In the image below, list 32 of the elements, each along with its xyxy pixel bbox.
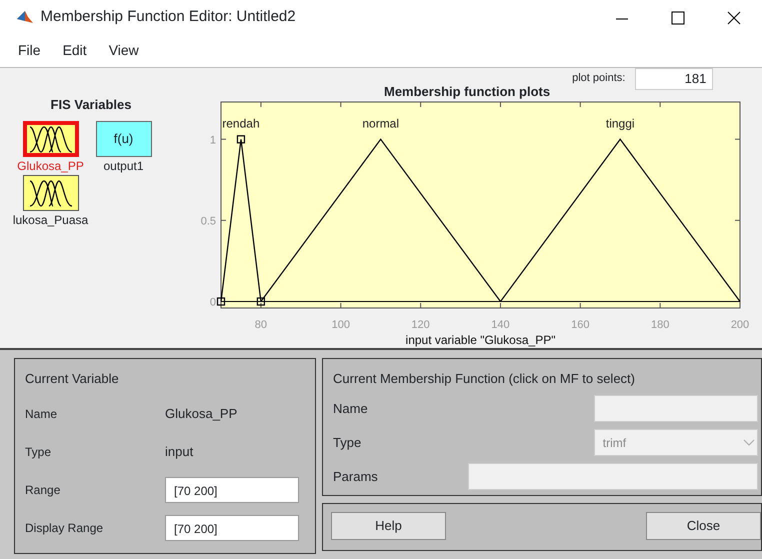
field-label: Params: [333, 468, 378, 486]
panel-title: FIS Variables: [50, 96, 132, 114]
curve-label: rendah: [222, 116, 260, 130]
tick-label: 0.5: [200, 215, 216, 228]
field-label: Display Range: [25, 520, 104, 537]
variable-label: Glukosa_PP: [17, 158, 84, 175]
tick-label: 0: [210, 296, 216, 308]
field-label: Name: [25, 406, 58, 423]
field-label: Type: [25, 444, 52, 461]
tick-label: 120: [411, 319, 430, 331]
tick-label: 1: [210, 134, 216, 146]
tick-label: 160: [571, 319, 590, 331]
window-title: Membership Function Editor: Untitled2: [40, 6, 297, 27]
tick-label: 180: [650, 319, 670, 331]
field-label: Range: [25, 482, 62, 499]
field-label: Name: [333, 400, 368, 418]
tick-label: 100: [332, 319, 350, 331]
panel-title: Current Membership Function (click on MF to select): [333, 370, 636, 388]
tick-label: 80: [254, 319, 268, 331]
chart-title: Membership function plots: [384, 83, 550, 100]
panel-title: Current Variable: [25, 370, 120, 388]
axis-title: input variable "Glukosa_PP": [406, 333, 556, 347]
curve-label: normal: [362, 116, 400, 130]
variable-label: lukosa_Puasa: [12, 212, 88, 229]
field-label: Type: [333, 434, 362, 452]
field-value: Glukosa_PP: [165, 405, 238, 424]
field-label: plot points:: [572, 71, 626, 86]
field-value: input: [165, 443, 194, 462]
curve-label: tinggi: [606, 116, 635, 130]
tick-label: 140: [491, 319, 510, 331]
tick-label: 200: [730, 319, 750, 331]
variable-label: output1: [103, 158, 144, 175]
